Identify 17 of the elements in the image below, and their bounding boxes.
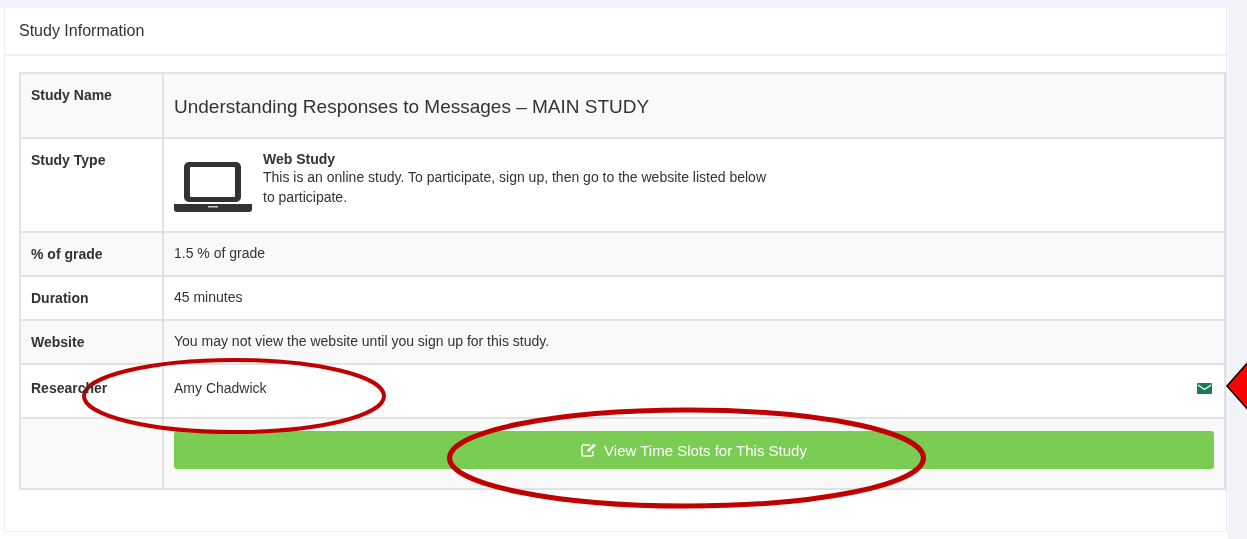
row-value: 45 minutes: [174, 289, 243, 305]
view-time-slots-button[interactable]: View Time Slots for This Study: [174, 431, 1214, 469]
laptop-icon: [174, 160, 252, 214]
row-label: % of grade: [31, 246, 103, 262]
row-value: 1.5 % of grade: [174, 245, 266, 261]
edit-icon: [581, 443, 598, 457]
row-value: You may not view the website until you sign up for this study.: [174, 333, 550, 349]
researcher-name: Amy Chadwick: [174, 380, 267, 396]
envelope-icon[interactable]: [1197, 382, 1212, 394]
panel-title: Study Information: [19, 22, 145, 40]
row-label: Study Type: [31, 152, 106, 168]
study-type-name: Web Study: [263, 151, 337, 167]
row-label: Duration: [31, 290, 89, 306]
study-type-description: This is an online study. To participate, sign up, then go to the website listed below to participate.: [263, 168, 767, 207]
row-label: Website: [31, 334, 85, 350]
row-label: Study Name: [31, 87, 112, 103]
study-name: Understanding Responses to Messages – MAIN STUDY: [174, 96, 650, 117]
